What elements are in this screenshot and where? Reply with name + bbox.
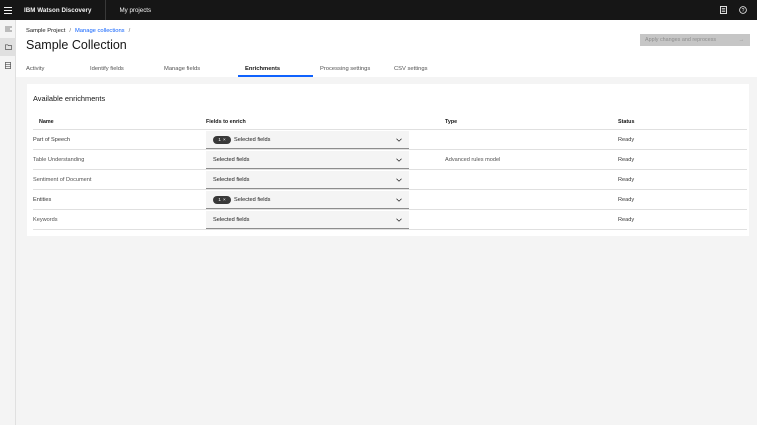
enrichment-name: Table Understanding [33,157,85,163]
tab-enrichments[interactable]: Enrichments [238,63,313,77]
card-title: Available enrichments [33,94,106,103]
chevron-down-icon [396,171,402,189]
tab-csv-settings[interactable]: CSV settings [387,63,447,77]
fields-dropdown[interactable]: 1 × Selected fields [206,131,409,149]
top-bar: IBM Watson Discovery My projects ? [0,0,757,20]
table-row: Part of Speech 1 × Selected fields Ready [33,130,747,150]
status-text: Ready [618,197,635,203]
enrichment-name: Part of Speech [33,137,71,143]
close-icon[interactable]: × [223,137,226,142]
enrichment-type: Advanced rules model [445,157,501,163]
table-row: Table Understanding Selected fields Adva… [33,150,747,170]
help-icon[interactable]: ? [733,0,753,20]
chevron-down-icon [396,211,402,229]
topbar-actions: ? [713,0,753,20]
column-header-name: Name [39,119,54,125]
chevron-down-icon [396,191,402,209]
apply-changes-label: Apply changes and reprocess [645,37,717,43]
enrichment-name: Sentiment of Document [33,177,92,183]
topbar-divider [105,0,107,20]
tab-identify-fields[interactable]: Identify fields [90,63,164,77]
selected-count-tag[interactable]: 1 × [213,135,231,144]
table-header: Name Fields to enrich Type Status [33,113,747,130]
breadcrumb-separator: / [128,28,131,34]
table-row: Sentiment of Document Selected fields Re… [33,170,747,190]
breadcrumb: Sample Project / Manage collections / [26,28,130,34]
dropdown-label: Selected fields [213,176,250,183]
column-header-status: Status [618,119,635,125]
product-name[interactable]: IBM Watson Discovery [24,7,91,14]
fields-dropdown[interactable]: Selected fields [206,151,409,169]
dropdown-label: Selected fields [213,216,250,223]
tag-count: 1 [218,137,221,142]
status-text: Ready [618,217,635,223]
folder-icon[interactable] [0,38,16,56]
side-rail [0,20,16,425]
enrichment-name: Entities [33,197,52,203]
nav-my-projects[interactable]: My projects [119,7,151,14]
menu-icon[interactable] [0,0,16,20]
chevron-down-icon [396,131,402,149]
apply-changes-button[interactable]: Apply changes and reprocess → [640,34,750,46]
tab-manage-fields[interactable]: Manage fields [164,63,238,77]
dropdown-label: Selected fields [234,196,271,203]
breadcrumb-separator: / [69,28,71,34]
dropdown-label: Selected fields [213,156,250,163]
selected-count-tag[interactable]: 1 × [213,195,231,204]
breadcrumb-project[interactable]: Sample Project [26,28,65,34]
tag-count: 1 [218,197,221,202]
chevron-down-icon [396,151,402,169]
enrichment-name: Keywords [33,217,58,223]
document-icon[interactable] [713,0,733,20]
fields-dropdown[interactable]: Selected fields [206,171,409,189]
status-text: Ready [618,137,635,143]
data-icon[interactable] [0,56,16,74]
column-header-type: Type [445,119,458,125]
tab-processing-settings[interactable]: Processing settings [313,63,387,77]
dropdown-label: Selected fields [234,136,271,143]
table-row: Keywords Selected fields Ready [33,210,747,230]
filter-icon[interactable] [0,20,16,38]
table-row: Entities 1 × Selected fields Ready [33,190,747,210]
tab-activity[interactable]: Activity [26,63,90,77]
svg-text:?: ? [742,8,745,14]
fields-dropdown[interactable]: 1 × Selected fields [206,191,409,209]
tab-bar: Activity Identify fields Manage fields E… [26,63,447,77]
page-header: Sample Project / Manage collections / Sa… [16,20,757,77]
column-header-fields: Fields to enrich [206,119,246,125]
close-icon[interactable]: × [223,197,226,202]
status-text: Ready [618,157,635,163]
page-title: Sample Collection [26,38,127,52]
status-text: Ready [618,177,635,183]
fields-dropdown[interactable]: Selected fields [206,211,409,229]
arrow-right-icon: → [738,37,744,43]
breadcrumb-manage-collections[interactable]: Manage collections [75,28,125,34]
